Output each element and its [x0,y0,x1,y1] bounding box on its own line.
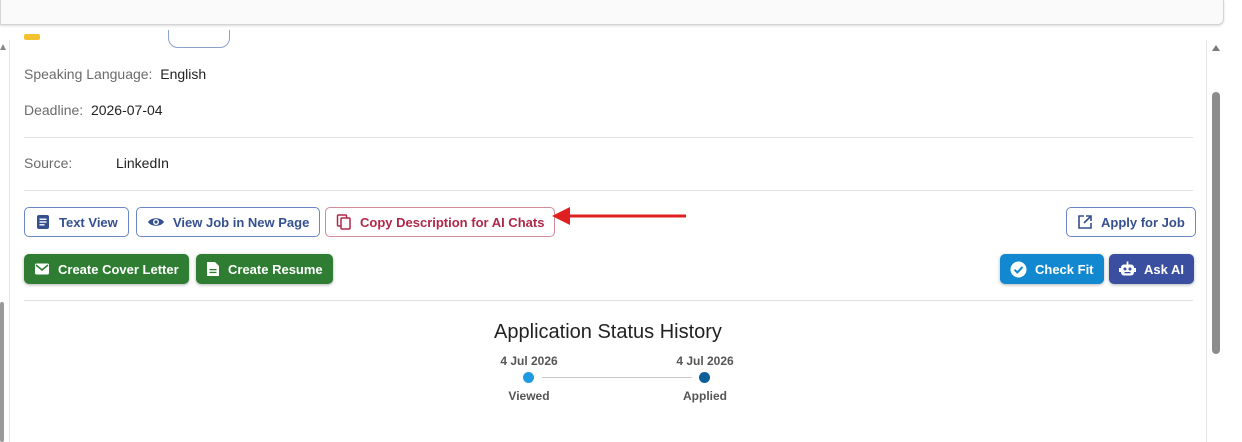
outer-scrollbar-thumb[interactable] [0,302,4,442]
annotation-arrow-icon [552,207,686,225]
job-details-panel [9,40,1207,442]
divider [24,300,1193,301]
deadline-label: Deadline: [24,102,84,118]
copy-icon [336,214,351,230]
timeline-dot-applied [699,372,710,383]
view-job-label: View Job in New Page [173,214,310,230]
create-resume-button[interactable]: Create Resume [196,254,333,284]
ask-ai-button[interactable]: Ask AI [1109,254,1194,284]
top-toolbar [0,0,1224,25]
clipped-chip[interactable] [168,30,230,48]
deadline-field: Deadline: 2026-07-04 [24,102,163,118]
create-resume-label: Create Resume [228,261,323,277]
status-history-title: Application Status History [494,321,722,343]
vertical-scrollbar[interactable] [1210,40,1222,442]
rating-icon [24,34,40,40]
outer-scroll-up-icon[interactable] [0,44,6,50]
speaking-language-field: Speaking Language: English [24,66,206,82]
timeline-label-applied: Applied [683,389,727,403]
divider [24,190,1193,191]
eye-icon [148,218,164,226]
apply-for-job-label: Apply for Job [1101,214,1185,230]
text-view-label: Text View [59,214,118,230]
document-icon [207,262,219,276]
open-in-new-icon [1078,215,1092,229]
source-field: Source: LinkedIn [24,155,169,171]
divider [24,137,1193,138]
source-label: Source: [24,155,73,171]
timeline-dot-viewed [523,372,534,383]
source-value: LinkedIn [116,155,169,171]
robot-icon [1119,261,1136,276]
scrollbar-thumb[interactable] [1212,92,1220,354]
create-cover-letter-label: Create Cover Letter [58,261,179,277]
timeline-date: 4 Jul 2026 [500,354,558,368]
text-view-button[interactable]: Text View [24,207,129,237]
copy-description-label: Copy Description for AI Chats [360,214,545,230]
article-icon [37,215,49,229]
clipped-field-row [24,30,244,48]
mail-icon [35,263,49,275]
speaking-language-value: English [160,66,207,82]
create-cover-letter-button[interactable]: Create Cover Letter [24,254,189,284]
check-fit-label: Check Fit [1035,261,1094,277]
deadline-value: 2026-07-04 [90,102,163,118]
timeline-connector [542,377,692,378]
ask-ai-label: Ask AI [1144,261,1184,277]
timeline-label-viewed: Viewed [508,389,550,403]
speaking-language-label: Speaking Language: [24,66,153,82]
scroll-up-icon[interactable] [1212,45,1220,51]
apply-for-job-button[interactable]: Apply for Job [1066,207,1196,237]
check-circle-icon [1010,261,1027,277]
check-fit-button[interactable]: Check Fit [1000,254,1104,284]
view-job-new-page-button[interactable]: View Job in New Page [136,207,321,237]
copy-description-button[interactable]: Copy Description for AI Chats [325,207,556,237]
timeline-date: 4 Jul 2026 [676,354,734,368]
